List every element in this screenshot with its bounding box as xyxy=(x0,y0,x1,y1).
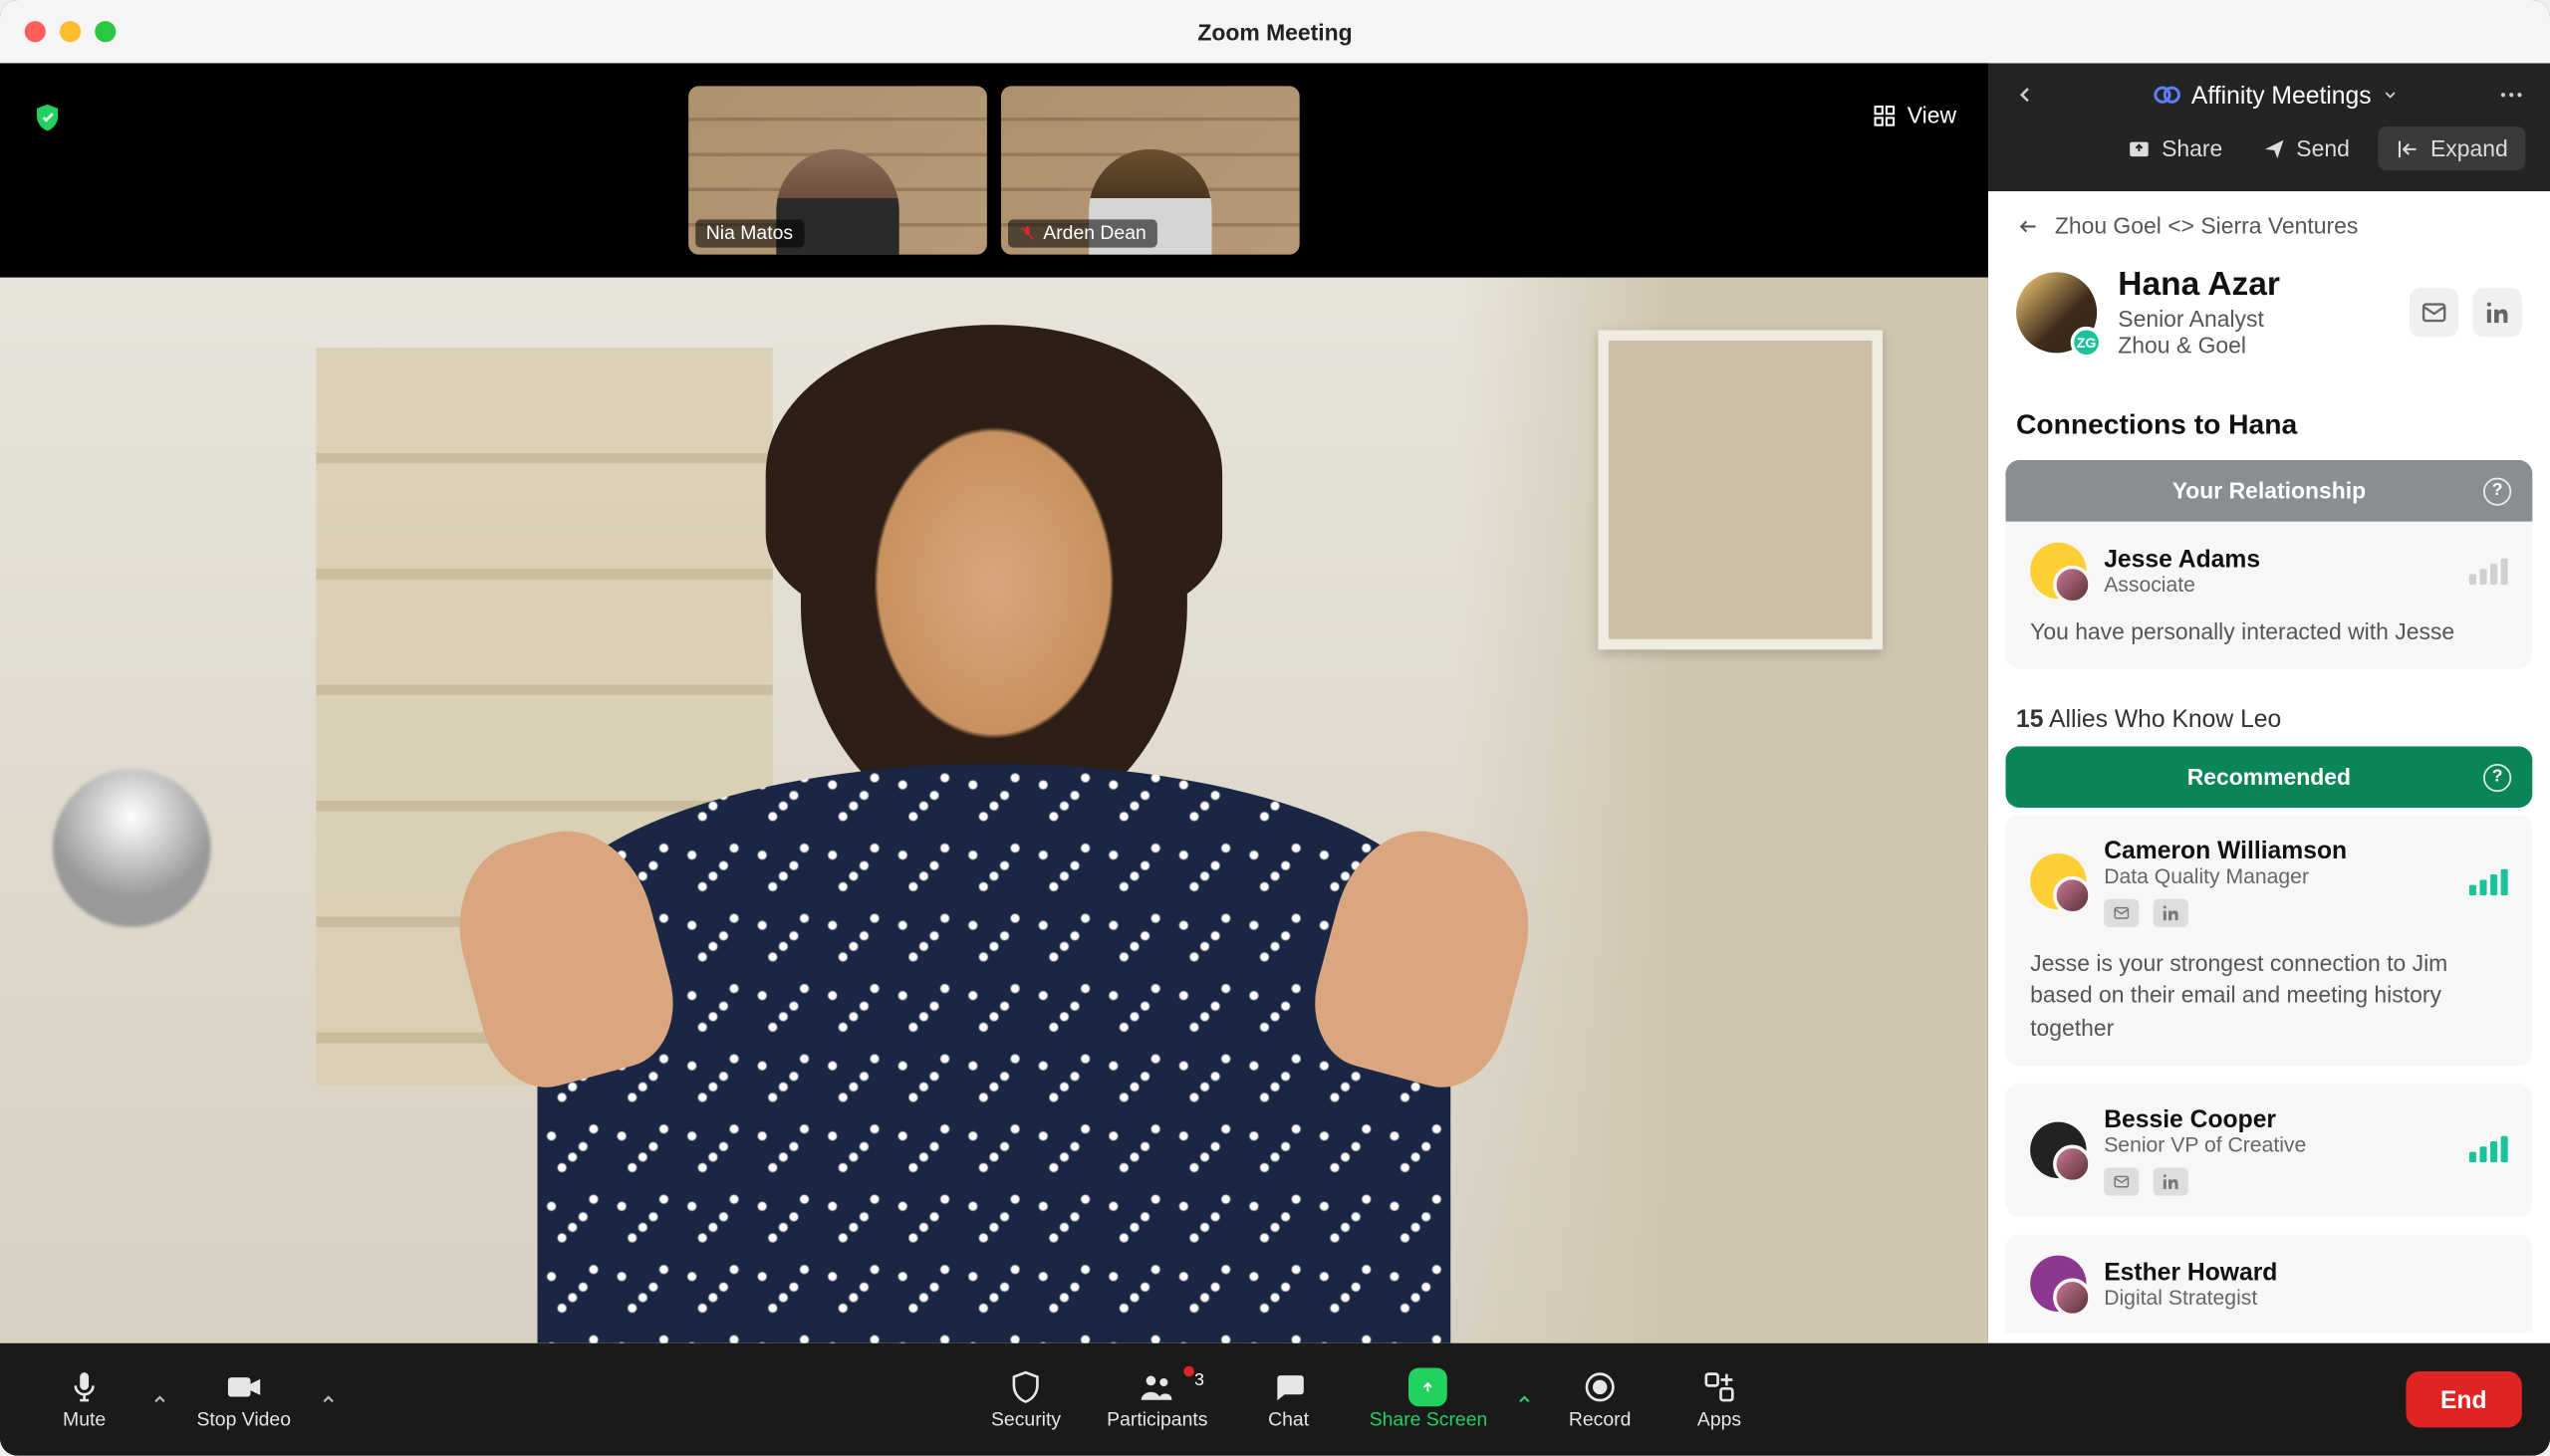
relationship-role: Associate xyxy=(2104,573,2451,598)
shield-icon xyxy=(1007,1367,1046,1406)
thumbnail-2[interactable]: Arden Dean xyxy=(1001,86,1300,254)
relationship-avatar[interactable] xyxy=(2030,543,2086,599)
apps-button[interactable]: Apps xyxy=(1663,1357,1776,1442)
end-button[interactable]: End xyxy=(2406,1371,2522,1427)
notification-dot-icon xyxy=(1183,1366,1194,1377)
profile-name: Hana Azar xyxy=(2118,267,2389,306)
ally-role: Digital Strategist xyxy=(2104,1285,2508,1310)
participants-button[interactable]: 3 Participants xyxy=(1090,1357,1226,1442)
ally-role: Senior VP of Creative xyxy=(2104,1132,2451,1157)
profile-role: Senior Analyst xyxy=(2118,306,2389,332)
profile-company: Zhou & Goel xyxy=(2118,332,2389,358)
your-relationship-card: Your Relationship ? Jesse Adams Associat… xyxy=(2005,460,2532,669)
thumbnail-1[interactable]: Nia Matos xyxy=(688,86,987,254)
share-options-chevron[interactable] xyxy=(1512,1373,1537,1426)
video-options-chevron[interactable] xyxy=(316,1373,341,1426)
breadcrumb[interactable]: Zhou Goel <> Sierra Ventures xyxy=(1988,191,2550,260)
window-title: Zoom Meeting xyxy=(0,19,2550,45)
window-minimize-button[interactable] xyxy=(60,21,81,42)
view-button[interactable]: View xyxy=(1873,102,1957,127)
signal-strength-icon xyxy=(2469,558,2508,584)
encryption-shield-icon[interactable] xyxy=(32,102,64,133)
ally-email-icon[interactable] xyxy=(2104,899,2139,927)
record-icon xyxy=(1581,1367,1620,1406)
linkedin-button[interactable] xyxy=(2472,288,2521,337)
microphone-icon xyxy=(65,1367,104,1406)
ally-name: Cameron Williamson xyxy=(2104,837,2451,864)
mute-button[interactable]: Mute xyxy=(28,1357,140,1442)
help-icon[interactable]: ? xyxy=(2483,477,2511,505)
sidebar-header: Affinity Meetings Share Send xyxy=(1988,63,2550,191)
meeting-toolbar: Mute Stop Video Security 3 xyxy=(0,1343,2550,1456)
participants-icon xyxy=(1138,1367,1176,1406)
ally-item-1[interactable]: Cameron Williamson Data Quality Manager … xyxy=(2005,815,2532,1065)
expand-button[interactable]: Expand xyxy=(2378,126,2525,170)
help-icon[interactable]: ? xyxy=(2483,763,2511,791)
sidebar-body: Zhou Goel <> Sierra Ventures ZG Hana Aza… xyxy=(1988,191,2550,1343)
view-label: View xyxy=(1908,102,1956,127)
chat-button[interactable]: Chat xyxy=(1232,1357,1345,1442)
profile-avatar[interactable]: ZG xyxy=(2016,272,2097,353)
ally-name: Bessie Cooper xyxy=(2104,1104,2451,1132)
record-button[interactable]: Record xyxy=(1544,1357,1657,1442)
video-thumbnails: Nia Matos Arden Dean xyxy=(688,86,1300,254)
signal-strength-icon xyxy=(2469,1136,2508,1162)
sidebar-back-button[interactable] xyxy=(2013,83,2055,108)
signal-strength-icon xyxy=(2469,868,2508,894)
affinity-logo-icon xyxy=(2153,81,2180,109)
chevron-down-icon xyxy=(2382,86,2400,104)
ally-linkedin-icon[interactable] xyxy=(2154,899,2188,927)
titlebar: Zoom Meeting xyxy=(0,0,2550,63)
ally-item-2[interactable]: Bessie Cooper Senior VP of Creative xyxy=(2005,1083,2532,1216)
recommended-card: Recommended ? xyxy=(2005,747,2532,809)
participants-count: 3 xyxy=(1194,1371,1204,1390)
thumbnail-2-label: Arden Dean xyxy=(1008,219,1156,247)
video-top-strip: View Nia Matos xyxy=(0,63,1988,277)
mic-muted-icon xyxy=(1019,225,1037,243)
content-row: View Nia Matos xyxy=(0,63,2550,1342)
video-icon xyxy=(224,1367,263,1406)
relationship-desc: You have personally interacted with Jess… xyxy=(2030,616,2508,648)
ally-item-3[interactable]: Esther Howard Digital Strategist xyxy=(2005,1234,2532,1333)
security-button[interactable]: Security xyxy=(970,1357,1083,1442)
ally-avatar xyxy=(2030,1121,2086,1177)
connections-title: Connections to Hana xyxy=(1988,389,2550,460)
apps-icon xyxy=(1700,1367,1739,1406)
ally-email-icon[interactable] xyxy=(2104,1167,2139,1195)
app-window: Zoom Meeting View Nia Matos xyxy=(0,0,2550,1456)
affinity-sidebar: Affinity Meetings Share Send xyxy=(1988,63,2550,1342)
breadcrumb-back-icon[interactable] xyxy=(2016,213,2041,238)
share-screen-icon xyxy=(1409,1367,1448,1406)
thumbnail-1-label: Nia Matos xyxy=(695,219,803,247)
allies-heading: 15 Allies Who Know Leo xyxy=(1988,690,2550,746)
relationship-name: Jesse Adams xyxy=(2104,545,2451,573)
your-relationship-header: Your Relationship ? xyxy=(2005,460,2532,522)
traffic-lights xyxy=(25,21,117,42)
avatar-company-badge: ZG xyxy=(2071,327,2103,359)
window-fullscreen-button[interactable] xyxy=(95,21,116,42)
window-close-button[interactable] xyxy=(25,21,46,42)
profile-header: ZG Hana Azar Senior Analyst Zhou & Goel xyxy=(1988,260,2550,389)
ally-name: Esther Howard xyxy=(2104,1257,2508,1285)
sidebar-title[interactable]: Affinity Meetings xyxy=(2072,81,2479,109)
recommended-header: Recommended ? xyxy=(2005,747,2532,809)
ally-avatar xyxy=(2030,1255,2086,1311)
ally-avatar xyxy=(2030,853,2086,909)
chat-icon xyxy=(1269,1367,1308,1406)
ally-linkedin-icon[interactable] xyxy=(2154,1167,2188,1195)
mute-options-chevron[interactable] xyxy=(147,1373,172,1426)
ally-desc: Jesse is your strongest connection to Ji… xyxy=(2030,948,2508,1044)
video-area: View Nia Matos xyxy=(0,63,1988,1342)
send-button[interactable]: Send xyxy=(2250,128,2360,169)
active-speaker-video[interactable] xyxy=(0,278,1988,1343)
sidebar-more-button[interactable] xyxy=(2497,81,2525,109)
share-button[interactable]: Share xyxy=(2116,128,2233,169)
email-button[interactable] xyxy=(2410,288,2458,337)
stop-video-button[interactable]: Stop Video xyxy=(179,1357,309,1442)
share-screen-button[interactable]: Share Screen xyxy=(1352,1357,1505,1442)
ally-role: Data Quality Manager xyxy=(2104,864,2451,889)
